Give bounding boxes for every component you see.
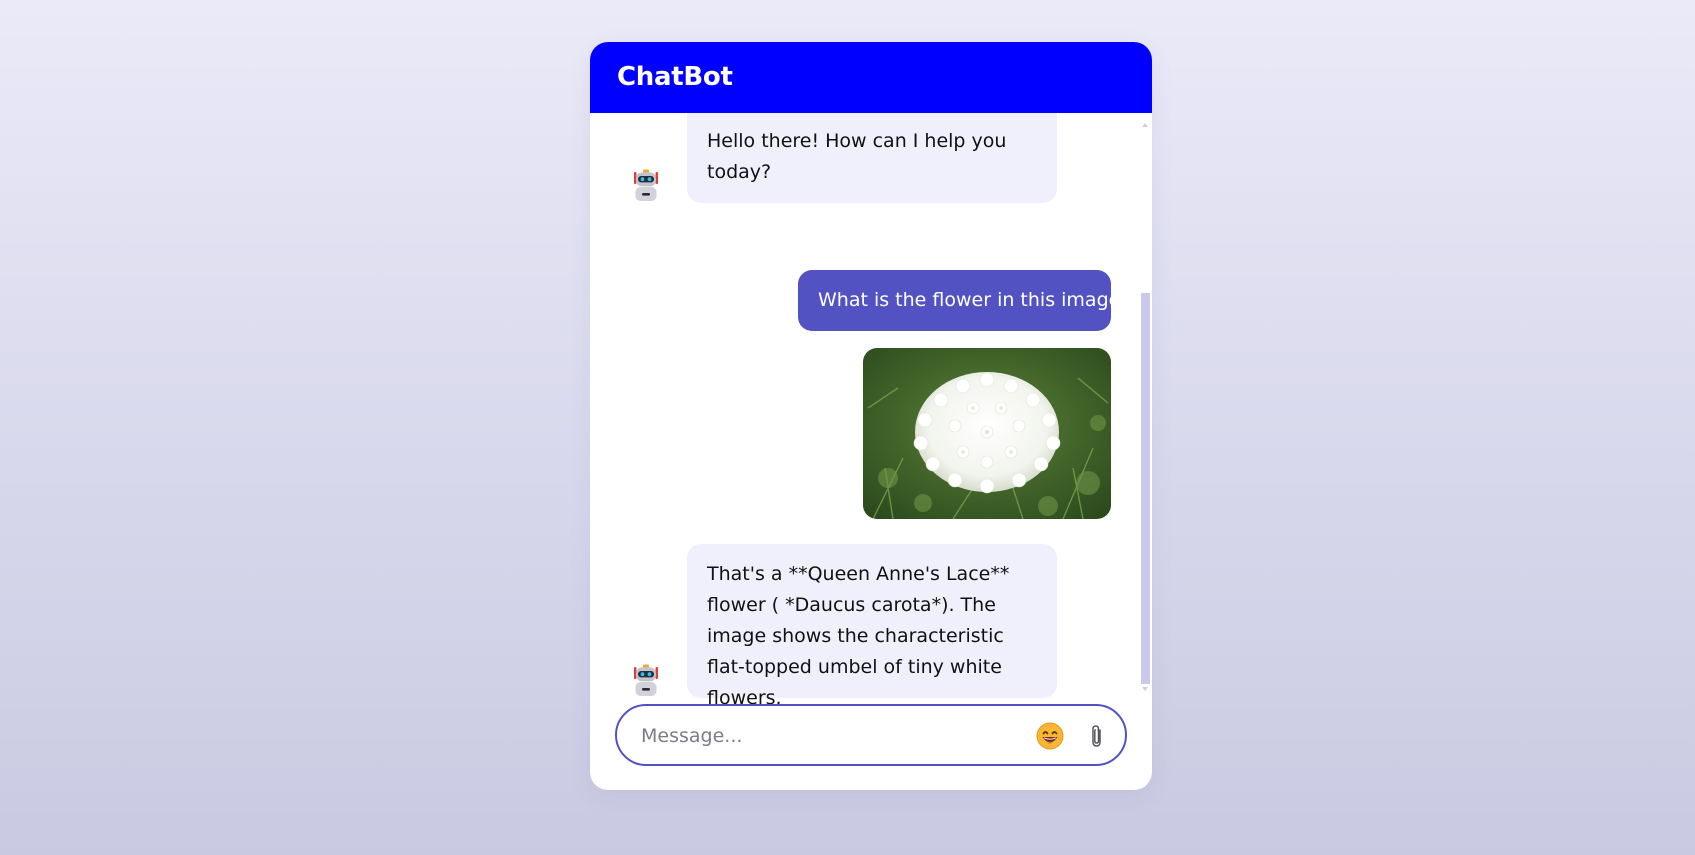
chat-title: ChatBot <box>617 62 733 92</box>
robot-avatar-icon <box>634 664 658 696</box>
bot-message: Hello there! How can I help you today? <box>687 113 1057 203</box>
scroll-down-arrow-icon[interactable] <box>1142 687 1148 691</box>
chat-body[interactable]: Hello there! How can I help you today? W… <box>590 113 1152 727</box>
scrollbar-thumb[interactable] <box>1141 293 1150 684</box>
chat-scrollbar[interactable] <box>1141 123 1150 691</box>
scroll-up-arrow-icon[interactable] <box>1142 123 1148 127</box>
bot-message-text: Hello there! How can I help you today? <box>707 130 1007 183</box>
user-image-message[interactable] <box>863 348 1111 519</box>
message-input[interactable] <box>639 714 1003 758</box>
chat-window: ChatBot Hello there! How can I help you … <box>590 42 1152 790</box>
robot-avatar-icon <box>634 169 658 201</box>
user-message-text: What is the flower in this image <box>818 289 1121 311</box>
chat-header: ChatBot <box>590 42 1152 113</box>
paperclip-icon[interactable] <box>1083 721 1113 751</box>
message-form <box>615 704 1127 766</box>
bot-message: That's a **Queen Anne's Lace** flower ( … <box>687 544 1057 709</box>
smiley-face-icon[interactable] <box>1035 721 1065 751</box>
user-message: What is the flower in this image <box>798 270 1120 331</box>
white-flower-photo <box>863 348 1111 519</box>
bot-message-text: That's a **Queen Anne's Lace** flower ( … <box>707 563 1010 709</box>
